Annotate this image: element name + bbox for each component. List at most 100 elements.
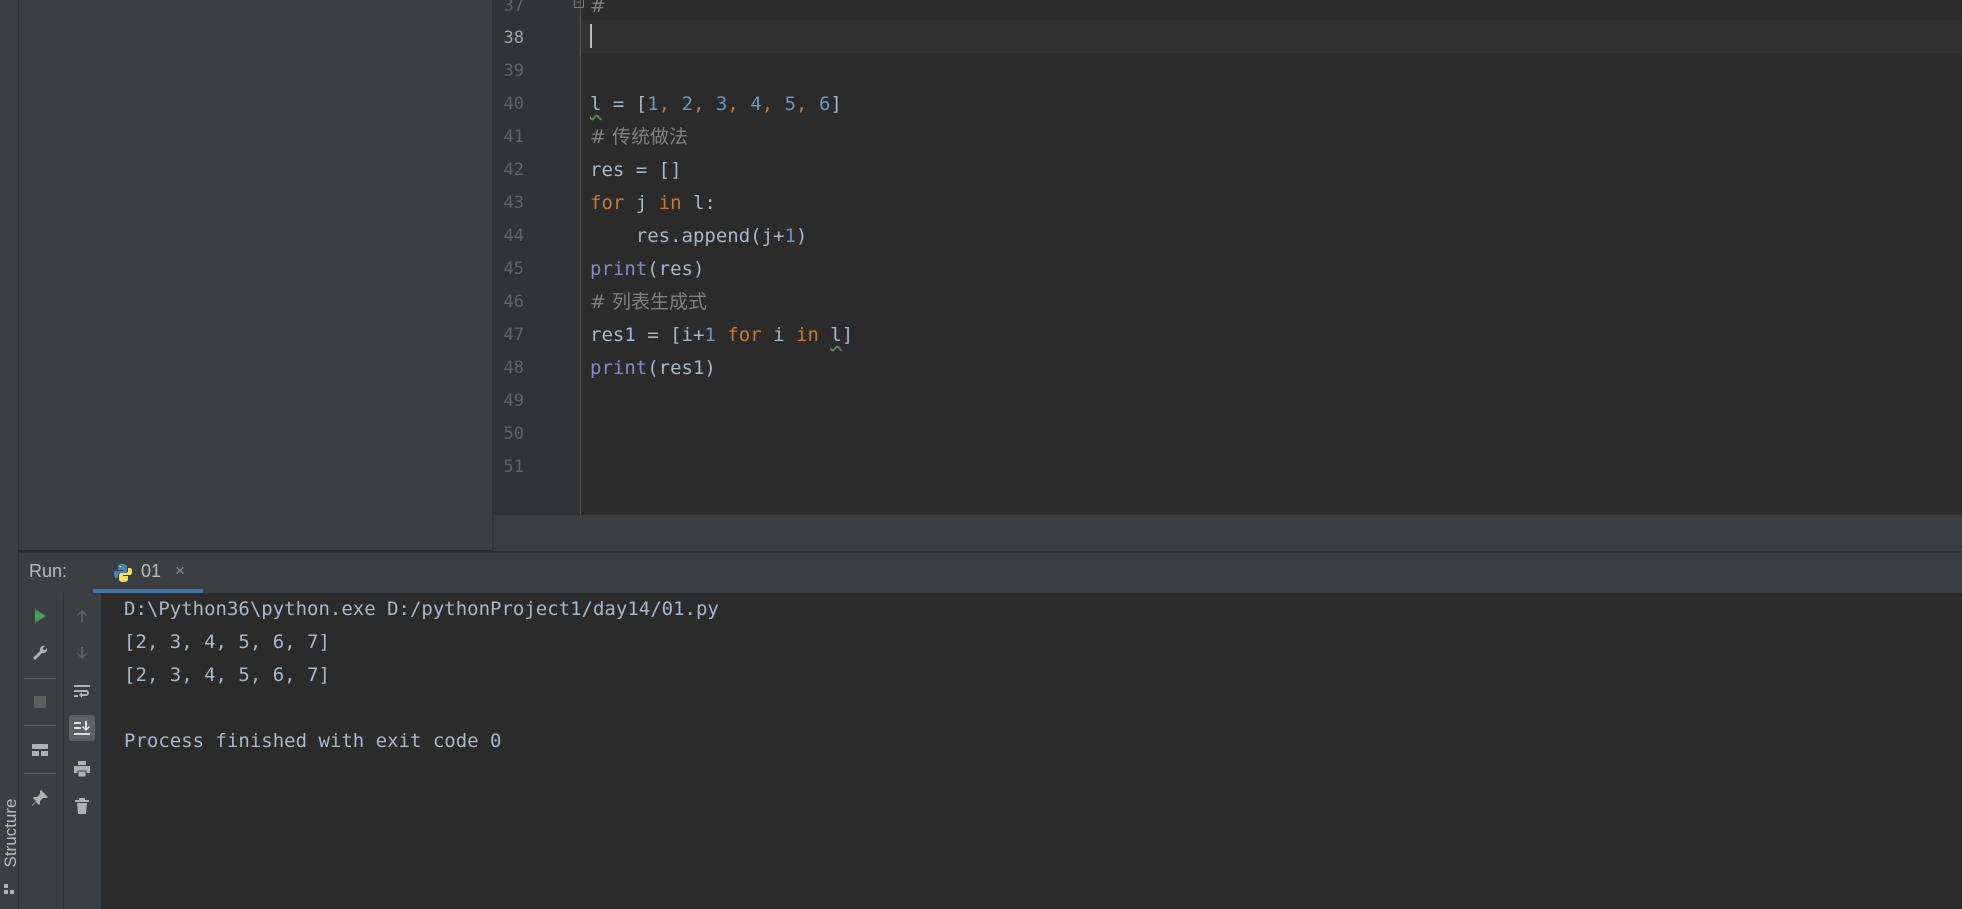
line-number: 41 [503,127,524,147]
line-number: 43 [503,193,524,213]
restore-layout-button[interactable] [27,737,53,763]
line-number-gutter: 37 38 39 40 41 42 43 44 45 46 47 48 49 5… [494,0,580,514]
console-line: Process finished with exit code 0 [124,730,502,752]
code-token-var: l [590,93,602,115]
console-line: [2, 3, 4, 5, 6, 7] [124,631,330,653]
line-number: 51 [503,457,524,477]
code-builtin: print [590,357,648,379]
layout-icon [32,744,48,756]
arrow-down-icon [77,647,87,659]
run-toolbar [19,593,103,909]
code-token: res1 = [i+ [590,324,705,346]
line-number: 46 [503,292,524,312]
structure-tab-label: Structure [1,798,20,868]
code-builtin: print [590,258,648,280]
run-tab-01[interactable]: 01 × [93,553,203,593]
code-keyword: in [795,324,819,346]
code-number: 1 [647,93,659,115]
python-icon [114,564,132,582]
line-number: 37 [503,0,524,16]
code-keyword: for [590,192,625,214]
code-line-44: res.append(j+1) [590,220,808,253]
run-panel-title: Run: [29,561,68,581]
code-number: 3 [715,93,728,115]
code-line-41: # 传统做法 [590,126,688,148]
code-token: res.append(j+ [590,225,785,247]
wrench-icon [33,645,48,660]
print-icon [74,761,90,778]
console-output[interactable]: D:\Python36\python.exe D:/pythonProject1… [103,593,1962,909]
soft-wrap-icon [74,685,90,698]
code-number: 1 [704,324,716,346]
code-editor[interactable]: 37 38 39 40 41 42 43 44 45 46 47 48 49 5… [494,0,1962,514]
code-number: 5 [784,93,797,115]
scroll-to-end-icon [74,721,90,735]
code-line-42: res = [] [590,159,682,181]
run-panel-header: Run: 01 × [19,552,1962,594]
fold-collapse-icon[interactable]: − [574,0,584,8]
code-token: (res) [647,258,705,280]
editor-footer [494,514,1962,551]
code-number: 4 [750,93,762,115]
code-number: 1 [784,225,796,247]
code-line-45: print(res) [590,253,704,286]
code-token: = [ [601,93,648,115]
clear-all-button[interactable] [69,793,95,819]
code-token: i [761,324,796,346]
line-number-current: 38 [503,28,524,48]
toolbar-separator [24,725,56,726]
code-token: ) [795,225,808,247]
edit-configuration-button[interactable] [27,640,53,666]
code-line-46: # 列表生成式 [590,291,707,313]
toolbar-column-separator [63,593,64,909]
code-token: ] [830,93,842,115]
line-number: 42 [503,160,524,180]
stop-icon [34,696,46,708]
print-button[interactable] [69,756,95,782]
line-number: 44 [503,226,524,246]
code-token-var: l [830,324,842,346]
scroll-to-end-button[interactable] [69,715,95,741]
line-number: 49 [503,391,524,411]
text-caret [590,24,592,48]
code-keyword: for [727,324,762,346]
code-line-40: l = [1, 2, 3, 4, 5, 6] [590,93,842,115]
gutter-separator [580,0,581,514]
code-line-48: print(res1) [590,352,716,385]
code-line-37: # [590,0,606,17]
code-token: ] [841,324,854,346]
code-line-43: for j in l: [590,187,716,220]
code-token: (res1) [647,357,716,379]
line-number: 39 [503,61,524,81]
line-number: 50 [503,424,524,444]
toolbar-separator [24,773,56,774]
left-tool-strip: Structure [0,0,20,909]
trash-icon [75,798,89,814]
run-tab-label: 01 [141,561,162,581]
previous-occurrence-button[interactable] [69,603,95,629]
arrow-up-icon [77,610,87,622]
pin-icon [32,790,48,806]
structure-tab[interactable]: Structure [0,775,20,895]
toolbar-separator [24,678,56,679]
close-icon[interactable]: × [175,561,185,581]
code-token: j [624,192,659,214]
line-number: 45 [503,259,524,279]
project-panel [19,0,492,550]
code-token: l: [681,192,716,214]
console-line: [2, 3, 4, 5, 6, 7] [124,664,330,686]
rerun-button[interactable] [27,603,53,629]
soft-wrap-button[interactable] [69,678,95,704]
code-number: 6 [818,93,831,115]
next-occurrence-button[interactable] [69,640,95,666]
code-keyword: in [658,192,682,214]
line-number: 47 [503,325,524,345]
run-icon [35,609,46,623]
code-line-47: res1 = [i+1 for i in l] [590,319,853,352]
code-number: 2 [681,93,694,115]
pin-tab-button[interactable] [27,785,53,811]
line-number: 40 [503,94,524,114]
ide-window: Structure 37 38 39 40 41 42 43 44 45 46 … [0,0,1962,909]
stop-button[interactable] [27,689,53,715]
line-number: 48 [503,358,524,378]
